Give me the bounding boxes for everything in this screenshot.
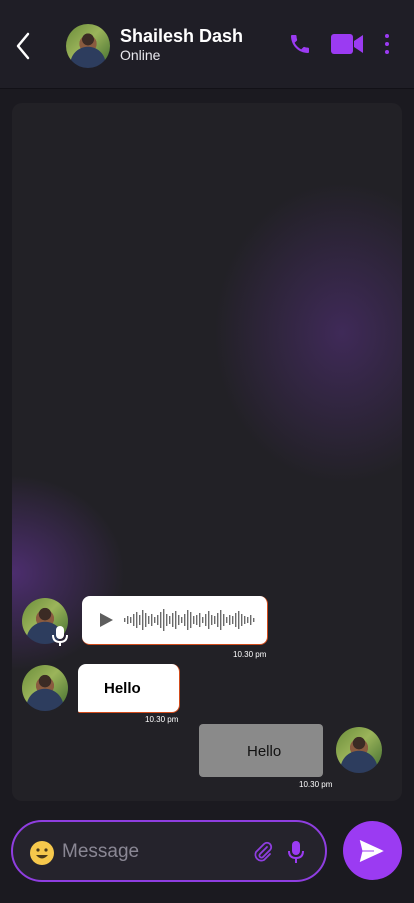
waveform-bar bbox=[247, 617, 249, 623]
waveform-bar bbox=[157, 615, 159, 625]
back-icon[interactable] bbox=[12, 30, 36, 62]
waveform-bar bbox=[175, 611, 177, 629]
audio-waveform bbox=[124, 609, 255, 631]
waveform-bar bbox=[238, 611, 240, 629]
message-timestamp: 10.30 pm bbox=[145, 715, 179, 724]
waveform-bar bbox=[235, 613, 237, 627]
sender-avatar[interactable] bbox=[22, 665, 68, 711]
waveform-bar bbox=[142, 610, 144, 630]
voice-message-bubble[interactable] bbox=[82, 596, 268, 645]
waveform-bar bbox=[172, 613, 174, 627]
waveform-bar bbox=[160, 612, 162, 628]
waveform-bar bbox=[229, 615, 231, 625]
waveform-bar bbox=[223, 614, 225, 626]
play-icon[interactable] bbox=[98, 612, 114, 628]
waveform-bar bbox=[127, 616, 129, 624]
chat-messages[interactable]: 10.30 pm Hello 10.30 pm Hello 10.30 pm bbox=[12, 103, 402, 801]
waveform-bar bbox=[133, 614, 135, 626]
outgoing-message-bubble[interactable]: Hello bbox=[199, 724, 323, 777]
waveform-bar bbox=[193, 616, 195, 624]
microphone-icon[interactable] bbox=[286, 840, 306, 864]
waveform-bar bbox=[166, 614, 168, 626]
waveform-bar bbox=[196, 615, 198, 625]
waveform-bar bbox=[199, 613, 201, 627]
waveform-bar bbox=[124, 618, 126, 622]
waveform-bar bbox=[145, 613, 147, 627]
waveform-bar bbox=[217, 613, 219, 627]
waveform-bar bbox=[130, 617, 132, 623]
attachment-icon[interactable] bbox=[252, 841, 274, 863]
message-text: Hello bbox=[247, 743, 282, 760]
waveform-bar bbox=[184, 614, 186, 626]
chat-header: Shailesh Dash Online bbox=[0, 0, 414, 89]
contact-avatar[interactable] bbox=[66, 24, 110, 68]
waveform-bar bbox=[181, 617, 183, 623]
waveform-bar bbox=[202, 617, 204, 623]
phone-icon[interactable] bbox=[288, 32, 312, 56]
waveform-bar bbox=[154, 617, 156, 623]
message-timestamp: 10.30 pm bbox=[233, 650, 267, 659]
own-avatar[interactable] bbox=[336, 727, 382, 773]
waveform-bar bbox=[214, 616, 216, 624]
contact-status: Online bbox=[120, 47, 161, 63]
message-input[interactable] bbox=[60, 832, 244, 872]
message-text: Hello bbox=[104, 680, 141, 697]
send-button[interactable] bbox=[343, 821, 402, 880]
waveform-bar bbox=[211, 615, 213, 625]
waveform-bar bbox=[220, 610, 222, 630]
emoji-icon[interactable] bbox=[29, 840, 55, 866]
waveform-bar bbox=[244, 616, 246, 624]
waveform-bar bbox=[187, 610, 189, 630]
waveform-bar bbox=[250, 615, 252, 625]
contact-name[interactable]: Shailesh Dash bbox=[120, 26, 243, 47]
voice-message-mic-icon bbox=[52, 626, 68, 646]
waveform-bar bbox=[205, 614, 207, 626]
incoming-message-bubble[interactable]: Hello bbox=[78, 664, 180, 713]
video-camera-icon[interactable] bbox=[330, 32, 364, 56]
waveform-bar bbox=[148, 616, 150, 624]
waveform-bar bbox=[139, 615, 141, 625]
waveform-bar bbox=[226, 617, 228, 623]
send-icon bbox=[358, 838, 386, 864]
waveform-bar bbox=[232, 616, 234, 624]
waveform-bar bbox=[151, 614, 153, 626]
waveform-bar bbox=[253, 618, 255, 622]
waveform-bar bbox=[178, 615, 180, 625]
waveform-bar bbox=[169, 616, 171, 624]
waveform-bar bbox=[208, 611, 210, 629]
more-vertical-icon[interactable] bbox=[382, 33, 392, 55]
message-timestamp: 10.30 pm bbox=[299, 780, 333, 789]
waveform-bar bbox=[241, 614, 243, 626]
waveform-bar bbox=[190, 612, 192, 628]
waveform-bar bbox=[163, 609, 165, 631]
waveform-bar bbox=[136, 612, 138, 628]
